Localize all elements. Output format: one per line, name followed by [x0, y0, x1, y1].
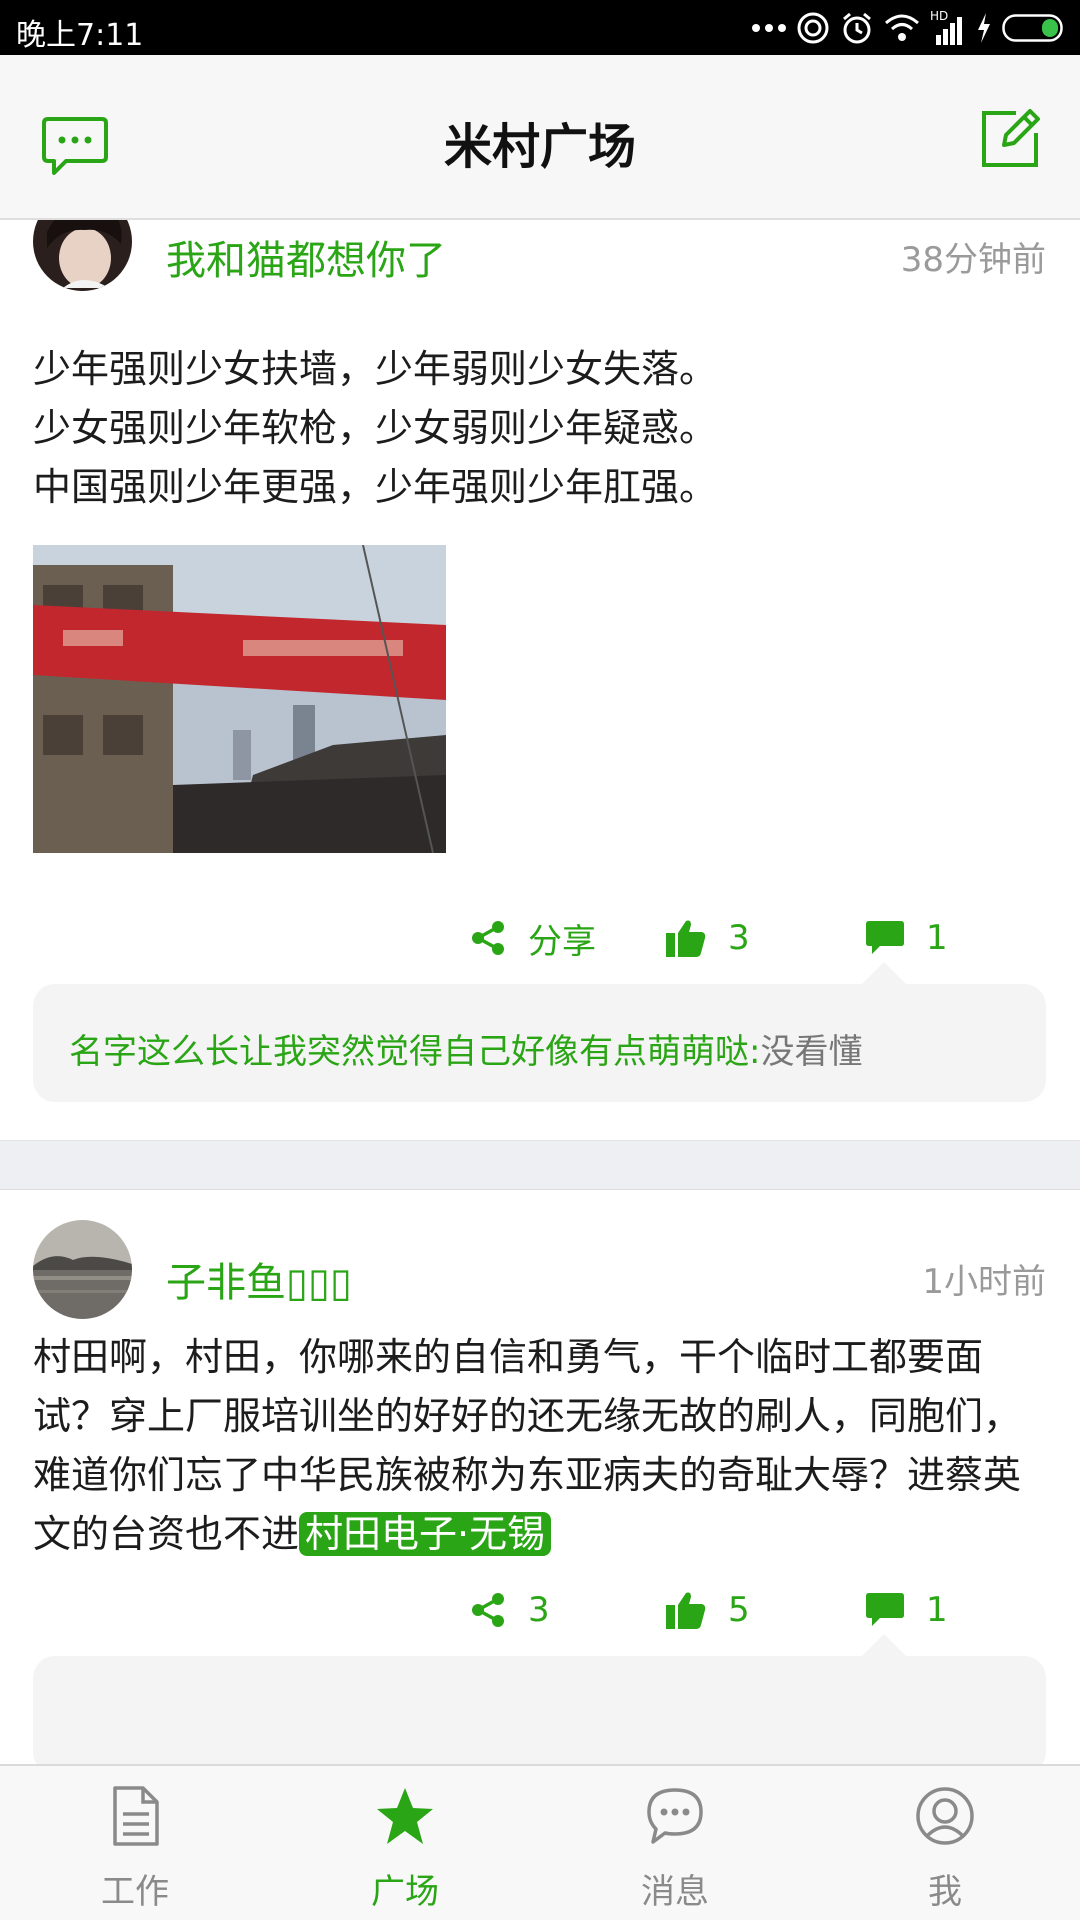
post-divider: [0, 1140, 1080, 1190]
post-username[interactable]: 我和猫都想你了: [166, 228, 446, 286]
comment-button[interactable]: 1: [866, 908, 948, 968]
post-card: 我和猫都想你了 38分钟前 少年强则少女扶墙，少年弱则少女失落。 少女强则少年软…: [0, 220, 1080, 1135]
nav-item-messages[interactable]: 消息: [540, 1766, 810, 1920]
topic-tag[interactable]: 村田电子·无锡: [299, 1512, 552, 1556]
top-app-bar: 米村广场: [0, 55, 1080, 220]
signal-icon: HD: [930, 9, 966, 45]
comment-text: 没看懂: [760, 1032, 863, 1072]
comment-button[interactable]: 1: [866, 1580, 948, 1640]
more-dots-icon: [752, 24, 786, 32]
share-count: 3: [528, 1590, 550, 1630]
share-icon: [472, 1593, 504, 1627]
battery-icon: [1002, 14, 1063, 42]
comment-icon: [866, 1593, 904, 1626]
comment-author[interactable]: 名字这么长让我突然觉得自己好像有点萌萌哒:: [69, 1032, 760, 1072]
comment-caret: [862, 1634, 906, 1656]
comment-line: 名字这么长让我突然觉得自己好像有点萌萌哒:没看懂: [69, 1024, 862, 1073]
page-title: 米村广场: [443, 119, 636, 175]
comment-count: 1: [926, 918, 948, 958]
avatar[interactable]: [33, 220, 132, 291]
share-button[interactable]: 分享: [470, 908, 596, 968]
nav-label: 工作: [101, 1872, 169, 1912]
share-button[interactable]: 3: [470, 1580, 550, 1640]
edit-icon[interactable]: [978, 107, 1042, 171]
nav-item-plaza[interactable]: 广场: [270, 1766, 540, 1920]
nav-item-me[interactable]: 我: [810, 1766, 1080, 1920]
nav-label: 我: [928, 1872, 962, 1912]
like-button[interactable]: 3: [666, 908, 750, 968]
post-time: 38分钟前: [900, 240, 1046, 280]
charging-icon: [978, 13, 990, 43]
like-count: 5: [728, 1590, 750, 1630]
network-label: HD: [930, 9, 949, 23]
comment-caret: [862, 962, 906, 984]
like-count: 3: [728, 918, 750, 958]
thumbs-up-icon: [666, 1592, 706, 1629]
status-bar: 晚上7:11 HD: [0, 0, 1080, 55]
alarm-icon: [843, 12, 871, 44]
bottom-navigation: 工作 广场 消息 我: [0, 1764, 1080, 1920]
comment-preview[interactable]: 名字这么长让我突然觉得自己好像有点萌萌哒:没看懂: [33, 984, 1046, 1102]
avatar[interactable]: [33, 1220, 132, 1319]
post-content: 少年强则少女扶墙，少年弱则少女失落。 少女强则少年软枪，少女弱则少年疑惑。 中国…: [33, 347, 718, 509]
post-time: 1小时前: [922, 1262, 1046, 1302]
nav-label: 消息: [641, 1872, 709, 1912]
document-icon: [113, 1786, 159, 1846]
message-bubble-icon: [647, 1788, 703, 1844]
status-time: 晚上7:11: [16, 18, 144, 53]
like-button[interactable]: 5: [666, 1580, 750, 1640]
share-label: 分享: [528, 921, 596, 962]
thumbs-up-icon: [666, 920, 706, 957]
comment-preview[interactable]: [33, 1656, 1046, 1764]
post-actions: 3 5 1: [0, 1580, 1080, 1640]
post-username[interactable]: 子非鱼▯▯▯: [166, 1250, 352, 1308]
share-icon: [472, 921, 504, 955]
status-icons: HD: [752, 8, 1066, 48]
post-actions: 分享 3 1: [0, 908, 1080, 968]
nav-item-work[interactable]: 工作: [0, 1766, 270, 1920]
star-icon: [377, 1788, 433, 1844]
post-content: 村田啊，村田，你哪来的自信和勇气，干个临时工都要面试？穿上厂服培训坐的好好的还无…: [33, 1328, 1046, 1564]
comment-count: 1: [926, 1590, 948, 1630]
feed-list[interactable]: 我和猫都想你了 38分钟前 少年强则少女扶墙，少年弱则少女失落。 少女强则少年软…: [0, 220, 1080, 1764]
comment-icon: [866, 921, 904, 954]
post-card: 子非鱼▯▯▯ 1小时前 村田啊，村田，你哪来的自信和勇气，干个临时工都要面试？穿…: [0, 1190, 1080, 1764]
wifi-icon: [885, 14, 919, 41]
profile-icon: [916, 1787, 974, 1845]
post-image[interactable]: [33, 545, 446, 853]
nav-label: 广场: [371, 1872, 439, 1912]
hotspot-icon: [797, 12, 829, 44]
